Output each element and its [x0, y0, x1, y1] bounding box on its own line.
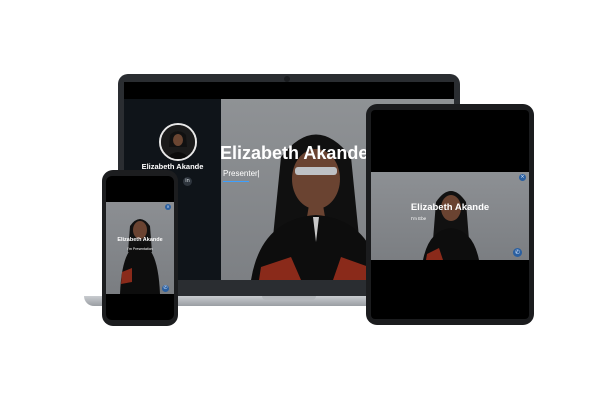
tablet-screen: Elizabeth Akande I'm Ebe × ✆ [371, 110, 529, 319]
linkedin-icon[interactable]: in [183, 177, 192, 186]
phone-hero-title: Elizabeth Akande [117, 237, 163, 243]
menu-toggle-icon[interactable]: × [165, 204, 171, 210]
title-underline [223, 181, 249, 182]
phone-hero-subtitle: I'm Presentation [127, 247, 153, 251]
hero-subtitle: Presenter| [223, 169, 260, 178]
tablet-hero-section: Elizabeth Akande I'm Ebe × ✆ [371, 172, 529, 260]
tablet-hero-title: Elizabeth Akande [410, 202, 490, 213]
phone-screen: Elizabeth Akande I'm Presentation × ✆ [106, 176, 174, 320]
tablet-hero-portrait [423, 191, 479, 260]
avatar [159, 123, 197, 161]
phone-hero-portrait [120, 219, 160, 294]
phone-hero-section: Elizabeth Akande I'm Presentation × ✆ [106, 202, 174, 294]
laptop-trackpad-lip [262, 296, 316, 300]
whatsapp-chat-icon[interactable]: ✆ [513, 248, 522, 257]
tablet-hero-subtitle: I'm Ebe [411, 216, 427, 221]
hero-title: Elizabeth Akande [221, 143, 369, 163]
menu-toggle-icon[interactable]: × [519, 174, 526, 181]
whatsapp-chat-icon[interactable]: ✆ [162, 285, 169, 292]
